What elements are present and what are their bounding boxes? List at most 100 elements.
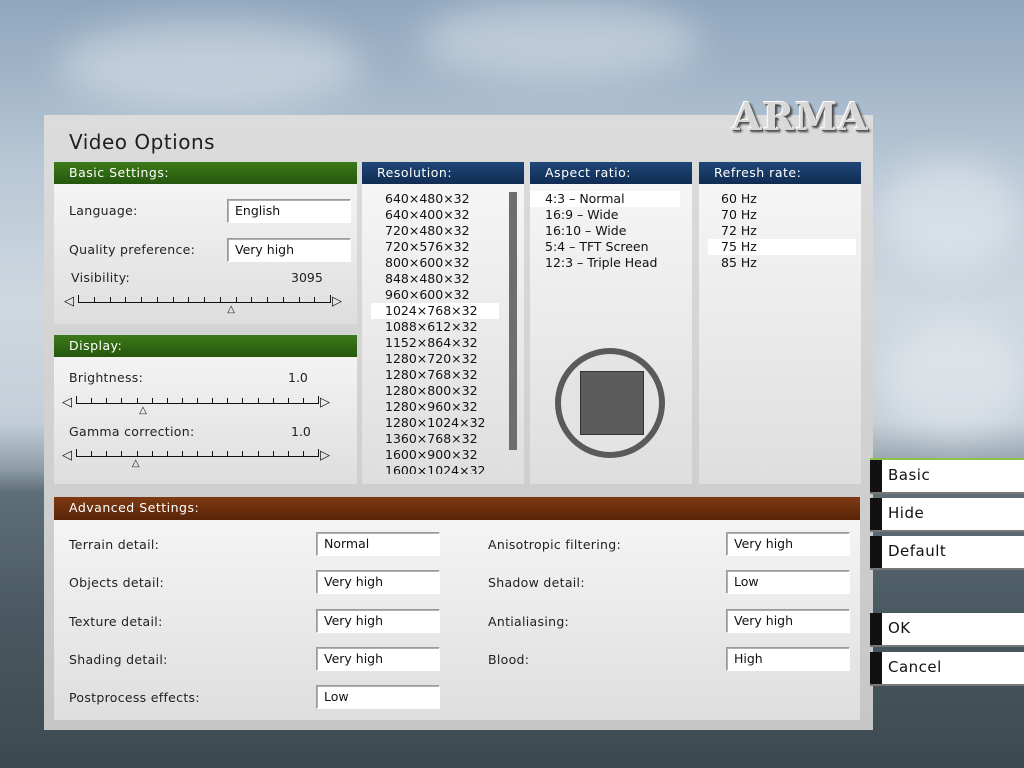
slider-tick	[257, 398, 259, 404]
resolution-list-item[interactable]: 1280×768×32	[371, 367, 499, 383]
refresh-list-item[interactable]: 75 Hz	[708, 239, 856, 255]
slider-tick	[172, 297, 174, 303]
refresh-list-item[interactable]: 72 Hz	[708, 223, 856, 239]
default-button[interactable]: Default	[870, 536, 1024, 568]
slider-tick	[287, 451, 289, 457]
dialog-title: Video Options	[69, 130, 216, 154]
cloud	[880, 160, 1020, 270]
resolution-list-item[interactable]: 720×576×32	[371, 239, 499, 255]
resolution-list-item[interactable]: 1360×768×32	[371, 431, 499, 447]
objects-detail-select[interactable]: Very high	[316, 570, 440, 594]
anisotropic-filtering-select[interactable]: Very high	[726, 532, 850, 556]
slider-tick	[91, 398, 93, 404]
brightness-label: Brightness:	[69, 370, 144, 385]
terrain-detail-select[interactable]: Normal	[316, 532, 440, 556]
slider-tick	[235, 297, 237, 303]
basic-settings-header: Basic Settings:	[54, 162, 357, 184]
aspect-list-item[interactable]: 16:9 – Wide	[530, 207, 680, 223]
slider-tick	[106, 398, 108, 404]
aspect-ratio-panel: Aspect ratio: 4:3 – Normal 16:9 – Wide 16:…	[530, 162, 692, 484]
texture-detail-select[interactable]: Very high	[316, 609, 440, 633]
visibility-slider[interactable]: ◁ ▷ △	[64, 295, 344, 319]
slider-tick	[106, 451, 108, 457]
slider-tick	[302, 451, 304, 457]
gamma-correction-label: Gamma correction:	[69, 424, 195, 439]
resolution-panel: Resolution: 640×480×32 640×400×32 720×480×…	[362, 162, 524, 484]
slider-tick	[287, 398, 289, 404]
quality-preference-select[interactable]: Very high	[227, 238, 351, 262]
refresh-rate-list[interactable]: 60 Hz 70 Hz 72 Hz 75 Hz 85 Hz	[708, 191, 856, 281]
slider-tick	[166, 451, 168, 457]
resolution-list-item[interactable]: 1280×960×32	[371, 399, 499, 415]
slider-left-arrow-icon[interactable]: ◁	[62, 449, 72, 463]
cancel-button[interactable]: Cancel	[870, 652, 1024, 684]
resolution-list-item[interactable]: 1280×800×32	[371, 383, 499, 399]
aspect-ratio-list[interactable]: 4:3 – Normal 16:9 – Wide 16:10 – Wide 5:4 –…	[530, 191, 680, 281]
brightness-value: 1.0	[288, 370, 308, 385]
resolution-list-item[interactable]: 800×600×32	[371, 255, 499, 271]
slider-tick	[282, 297, 284, 303]
resolution-list-item[interactable]: 1152×864×32	[371, 335, 499, 351]
resolution-list-item[interactable]: 640×480×32	[371, 191, 499, 207]
resolution-list-item[interactable]: 1088×612×32	[371, 319, 499, 335]
resolution-list-item[interactable]: 1024×768×32	[371, 303, 499, 319]
slider-left-arrow-icon[interactable]: ◁	[62, 396, 72, 410]
refresh-list-item[interactable]: 70 Hz	[708, 207, 856, 223]
resolution-list[interactable]: 640×480×32 640×400×32 720×480×32 720×576×32…	[371, 191, 499, 474]
shadow-detail-select[interactable]: Low	[726, 570, 850, 594]
slider-tick	[212, 398, 214, 404]
resolution-list-item[interactable]: 1280×720×32	[371, 351, 499, 367]
refresh-list-item[interactable]: 85 Hz	[708, 255, 856, 271]
blood-select[interactable]: High	[726, 647, 850, 671]
postprocess-effects-label: Postprocess effects:	[69, 690, 200, 705]
slider-right-arrow-icon[interactable]: ▷	[320, 449, 330, 463]
shading-detail-select[interactable]: Very high	[316, 647, 440, 671]
resolution-list-item[interactable]: 640×400×32	[371, 207, 499, 223]
aspect-list-item[interactable]: 4:3 – Normal	[530, 191, 680, 207]
slider-tick	[257, 451, 259, 457]
slider-tick	[298, 297, 300, 303]
gamma-correction-slider[interactable]: ◁ ▷ △	[62, 449, 332, 473]
resolution-list-item[interactable]: 848×480×32	[371, 271, 499, 287]
slider-right-arrow-icon[interactable]: ▷	[332, 295, 342, 309]
slider-thumb-icon[interactable]: △	[227, 305, 235, 315]
slider-tick	[91, 451, 93, 457]
shadow-detail-label: Shadow detail:	[488, 575, 585, 590]
arma-logo: ARMA	[732, 94, 869, 139]
slider-tick	[141, 297, 142, 303]
slider-right-arrow-icon[interactable]: ▷	[320, 396, 330, 410]
postprocess-effects-select[interactable]: Low	[316, 685, 440, 709]
antialiasing-select[interactable]: Very high	[726, 609, 850, 633]
slider-tick	[318, 449, 319, 457]
slider-thumb-icon[interactable]: △	[139, 406, 147, 416]
slider-tick	[136, 398, 138, 404]
slider-tick	[330, 295, 331, 303]
resolution-list-item[interactable]: 960×600×32	[371, 287, 499, 303]
brightness-slider[interactable]: ◁ ▷ △	[62, 396, 332, 420]
ok-button[interactable]: OK	[870, 613, 1024, 645]
slider-tick	[121, 451, 123, 457]
slider-thumb-icon[interactable]: △	[132, 459, 140, 469]
antialiasing-label: Antialiasing:	[488, 614, 570, 629]
quality-preference-label: Quality preference:	[69, 242, 196, 257]
aspect-list-item[interactable]: 5:4 – TFT Screen	[530, 239, 680, 255]
hide-button[interactable]: Hide	[870, 498, 1024, 530]
refresh-list-item[interactable]: 60 Hz	[708, 191, 856, 207]
basic-button[interactable]: Basic	[870, 460, 1024, 492]
resolution-list-item[interactable]: 720×480×32	[371, 223, 499, 239]
resolution-scrollbar[interactable]	[509, 192, 517, 450]
aspect-list-item[interactable]: 12:3 – Triple Head	[530, 255, 680, 271]
resolution-list-item[interactable]: 1600×900×32	[371, 447, 499, 463]
gamma-correction-value: 1.0	[291, 424, 311, 439]
slider-tick	[302, 398, 304, 404]
slider-tick	[242, 451, 244, 457]
language-select[interactable]: English	[227, 199, 351, 223]
aspect-ratio-preview-icon	[555, 348, 665, 458]
objects-detail-label: Objects detail:	[69, 575, 165, 590]
aspect-list-item[interactable]: 16:10 – Wide	[530, 223, 680, 239]
slider-tick	[314, 297, 316, 303]
slider-tick	[318, 396, 319, 404]
resolution-list-item[interactable]: 1280×1024×32	[371, 415, 499, 431]
resolution-list-item[interactable]: 1600×1024×32	[371, 463, 499, 474]
slider-left-arrow-icon[interactable]: ◁	[64, 295, 74, 309]
